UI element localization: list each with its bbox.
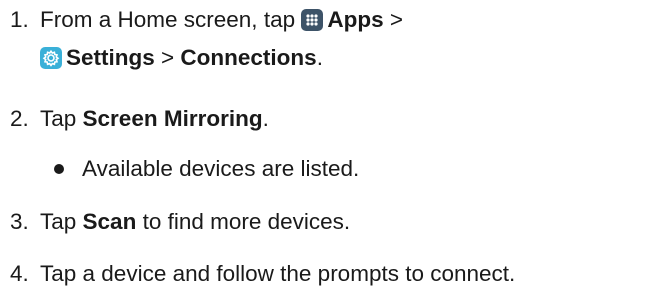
sentence-end: . <box>262 106 269 131</box>
step-number: 4. <box>10 261 29 286</box>
step-3-suffix: to find more devices. <box>136 209 351 234</box>
settings-gear-icon <box>40 47 62 69</box>
step-number: 1. <box>10 7 29 32</box>
connections-label: Connections <box>180 45 317 70</box>
step-1-line-2: Settings > Connections. <box>40 42 323 74</box>
instruction-list: 1. From a Home screen, tap Apps > Settin… <box>0 0 667 299</box>
settings-label: Settings <box>66 45 155 70</box>
scan-label: Scan <box>82 209 137 234</box>
step-2-prefix: Tap <box>40 106 83 131</box>
step-3-prefix: Tap <box>40 209 83 234</box>
bullet-dot <box>54 164 64 174</box>
bullet-text: Available devices are listed. <box>82 156 360 181</box>
step-1-line-1: From a Home screen, tap Apps > <box>40 4 403 36</box>
step-3-text: Tap Scan to find more devices. <box>40 206 350 238</box>
step-2-text: Tap Screen Mirroring. <box>40 103 269 135</box>
apps-label: Apps <box>327 7 384 32</box>
menu-separator: > <box>383 7 403 32</box>
menu-separator: > <box>154 45 181 70</box>
step-1-text: From a Home screen, tap <box>40 7 302 32</box>
sentence-end: . <box>316 45 323 70</box>
step-4-text: Tap a device and follow the prompts to c… <box>40 261 516 286</box>
apps-grid-icon <box>301 9 324 31</box>
screen-mirroring-label: Screen Mirroring <box>82 106 263 131</box>
step-number: 2. <box>10 106 29 131</box>
step-number: 3. <box>10 209 29 234</box>
